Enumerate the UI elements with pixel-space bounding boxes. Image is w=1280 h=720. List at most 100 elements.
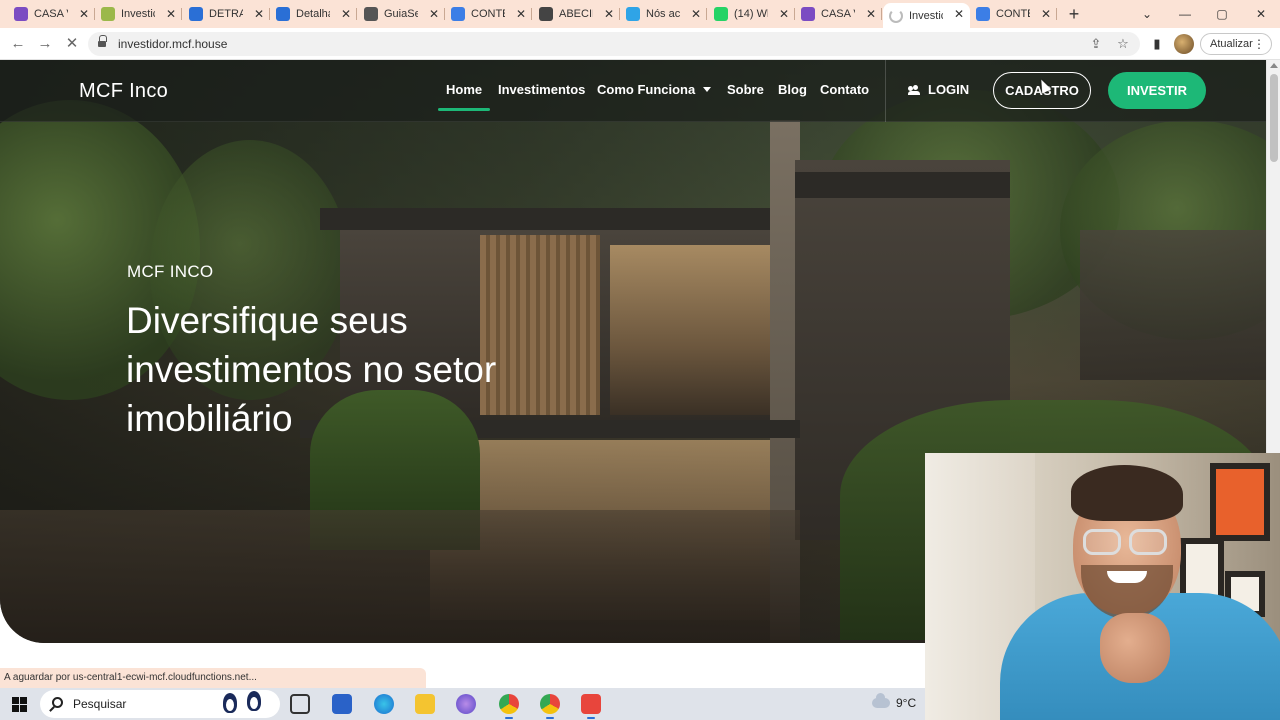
scrollbar-thumb[interactable]: [1270, 74, 1278, 162]
browser-tab-title: CASA V: [821, 8, 855, 20]
tab-close-icon[interactable]: ✕: [77, 7, 91, 21]
house-side-roof: [795, 172, 1010, 198]
stop-loading-button[interactable]: ✕: [62, 34, 82, 54]
glasses-right-lens: [1129, 529, 1167, 555]
hero-eyebrow: MCF INCO: [127, 262, 214, 281]
nav-como-funciona[interactable]: Como Funciona: [597, 82, 712, 97]
docs-icon: [976, 7, 990, 21]
site-header: MCF Inco Home Investimentos Como Funcion…: [0, 60, 1266, 122]
browser-tab[interactable]: CONTE ✕: [445, 3, 532, 25]
nav-sobre[interactable]: Sobre: [727, 82, 764, 97]
chatbot-icon: [14, 7, 28, 21]
tab-close-icon[interactable]: ✕: [777, 7, 791, 21]
scroll-up-icon[interactable]: [1270, 63, 1278, 68]
share-icon[interactable]: ⇪: [1088, 36, 1104, 52]
nav-investimentos[interactable]: Investimentos: [498, 82, 585, 97]
browser-tab-title: (14) Wh: [734, 8, 768, 20]
browser-toolbar: ← → ✕ investidor.mcf.house ⇪ ☆ ▮ Atualiz…: [0, 28, 1280, 60]
browser-tab[interactable]: CASA V ✕: [8, 3, 95, 25]
lock-icon[interactable]: [98, 35, 107, 48]
browser-tab[interactable]: Detalha ✕: [270, 3, 357, 25]
new-tab-button[interactable]: +: [1064, 4, 1084, 24]
weather-temperature: 9°C: [896, 696, 917, 710]
tab-close-icon[interactable]: ✕: [952, 7, 966, 21]
browser-tab-title: Nós ac: [646, 8, 680, 20]
browser-tab-title: CASA V: [34, 8, 68, 20]
browser-tab[interactable]: DETRAN ✕: [183, 3, 270, 25]
tab-close-icon[interactable]: ✕: [252, 7, 266, 21]
investir-button[interactable]: INVESTIR: [1108, 72, 1206, 109]
tab-close-icon[interactable]: ✕: [514, 7, 528, 21]
loading-status-bar: A aguardar por us-central1-ecwi-mcf.clou…: [0, 668, 426, 688]
wall-art-orange: [1210, 463, 1270, 541]
chrome-profile-app-icon[interactable]: [540, 694, 560, 719]
browser-tab[interactable]: Investic ✕: [883, 3, 970, 28]
loading-icon: [889, 8, 903, 23]
nav-blog[interactable]: Blog: [778, 82, 807, 97]
tab-close-icon[interactable]: ✕: [689, 7, 703, 21]
update-browser-button[interactable]: Atualizar ⋮: [1200, 33, 1272, 55]
browser-tab-title: DETRAN: [209, 8, 243, 20]
docs-icon: [451, 7, 465, 21]
tab-separator: [1056, 8, 1057, 20]
forward-button[interactable]: →: [35, 34, 55, 54]
copilot-app-icon[interactable]: [456, 694, 476, 714]
browser-tab[interactable]: ABECIP ✕: [533, 3, 620, 25]
person-hand: [1100, 613, 1170, 683]
hill-icon: [101, 7, 115, 21]
tab-close-icon[interactable]: ✕: [164, 7, 178, 21]
browser-tab[interactable]: Investic ✕: [95, 3, 182, 25]
task-view-icon[interactable]: [290, 694, 310, 714]
tab-close-icon[interactable]: ✕: [864, 7, 878, 21]
store-app-icon[interactable]: [332, 694, 352, 714]
tab-close-icon[interactable]: ✕: [1039, 7, 1053, 21]
browser-tab[interactable]: (14) Wh ✕: [708, 3, 795, 25]
site-logo[interactable]: MCF Inco: [79, 80, 168, 103]
browser-tab-title: Investic: [909, 9, 943, 22]
red-app-icon[interactable]: [581, 694, 601, 719]
upper-windows: [610, 245, 770, 415]
browser-tab[interactable]: CASA V ✕: [795, 3, 882, 25]
chrome-app-icon[interactable]: [499, 694, 519, 719]
tab-search-icon[interactable]: ⌄: [1137, 4, 1157, 24]
close-window-button[interactable]: ✕: [1251, 4, 1271, 24]
file-explorer-icon[interactable]: [415, 694, 435, 714]
login-label: LOGIN: [928, 82, 970, 97]
glasses-left-lens: [1083, 529, 1121, 555]
whatsapp-icon: [714, 7, 728, 21]
browser-menu-icon[interactable]: ⋮: [1253, 36, 1265, 52]
browser-tab-title: Detalha: [296, 8, 330, 20]
browser-tab-title: Investic: [121, 8, 155, 20]
login-link[interactable]: LOGIN: [908, 82, 969, 97]
side-panel-icon[interactable]: ▮: [1147, 34, 1167, 54]
tab-close-icon[interactable]: ✕: [339, 7, 353, 21]
tab-close-icon[interactable]: ✕: [602, 7, 616, 21]
search-icon: [52, 697, 63, 708]
tab-separator: [706, 8, 707, 20]
nav-como-funciona-label: Como Funciona: [597, 82, 696, 97]
maximize-button[interactable]: ▢: [1212, 4, 1232, 24]
url-text[interactable]: investidor.mcf.house: [118, 37, 227, 51]
windows-start-icon[interactable]: [12, 697, 27, 712]
edge-app-icon[interactable]: [374, 694, 394, 714]
wordpress-icon: [276, 7, 290, 21]
browser-tab-title: CONTE: [471, 8, 505, 20]
weather-widget[interactable]: 9°C: [872, 693, 917, 710]
address-bar[interactable]: investidor.mcf.house ⇪ ☆: [88, 32, 1140, 56]
nav-home[interactable]: Home: [446, 82, 482, 97]
penguins-search-highlight-image[interactable]: [215, 691, 277, 715]
browser-tab[interactable]: Nós ac ✕: [620, 3, 707, 25]
browser-tab[interactable]: CONTE ✕: [970, 3, 1057, 25]
globe-icon: [364, 7, 378, 21]
bookmark-star-icon[interactable]: ☆: [1115, 36, 1131, 52]
minimize-button[interactable]: —: [1175, 4, 1195, 24]
update-label: Atualizar: [1210, 38, 1253, 50]
back-button[interactable]: ←: [8, 34, 28, 54]
person-smile: [1107, 571, 1147, 583]
browser-tab[interactable]: GuiaSe ✕: [358, 3, 445, 25]
profile-avatar[interactable]: [1174, 34, 1194, 54]
users-icon: [908, 84, 922, 95]
nav-contato[interactable]: Contato: [820, 82, 869, 97]
nav-divider: [885, 60, 886, 122]
tab-close-icon[interactable]: ✕: [427, 7, 441, 21]
